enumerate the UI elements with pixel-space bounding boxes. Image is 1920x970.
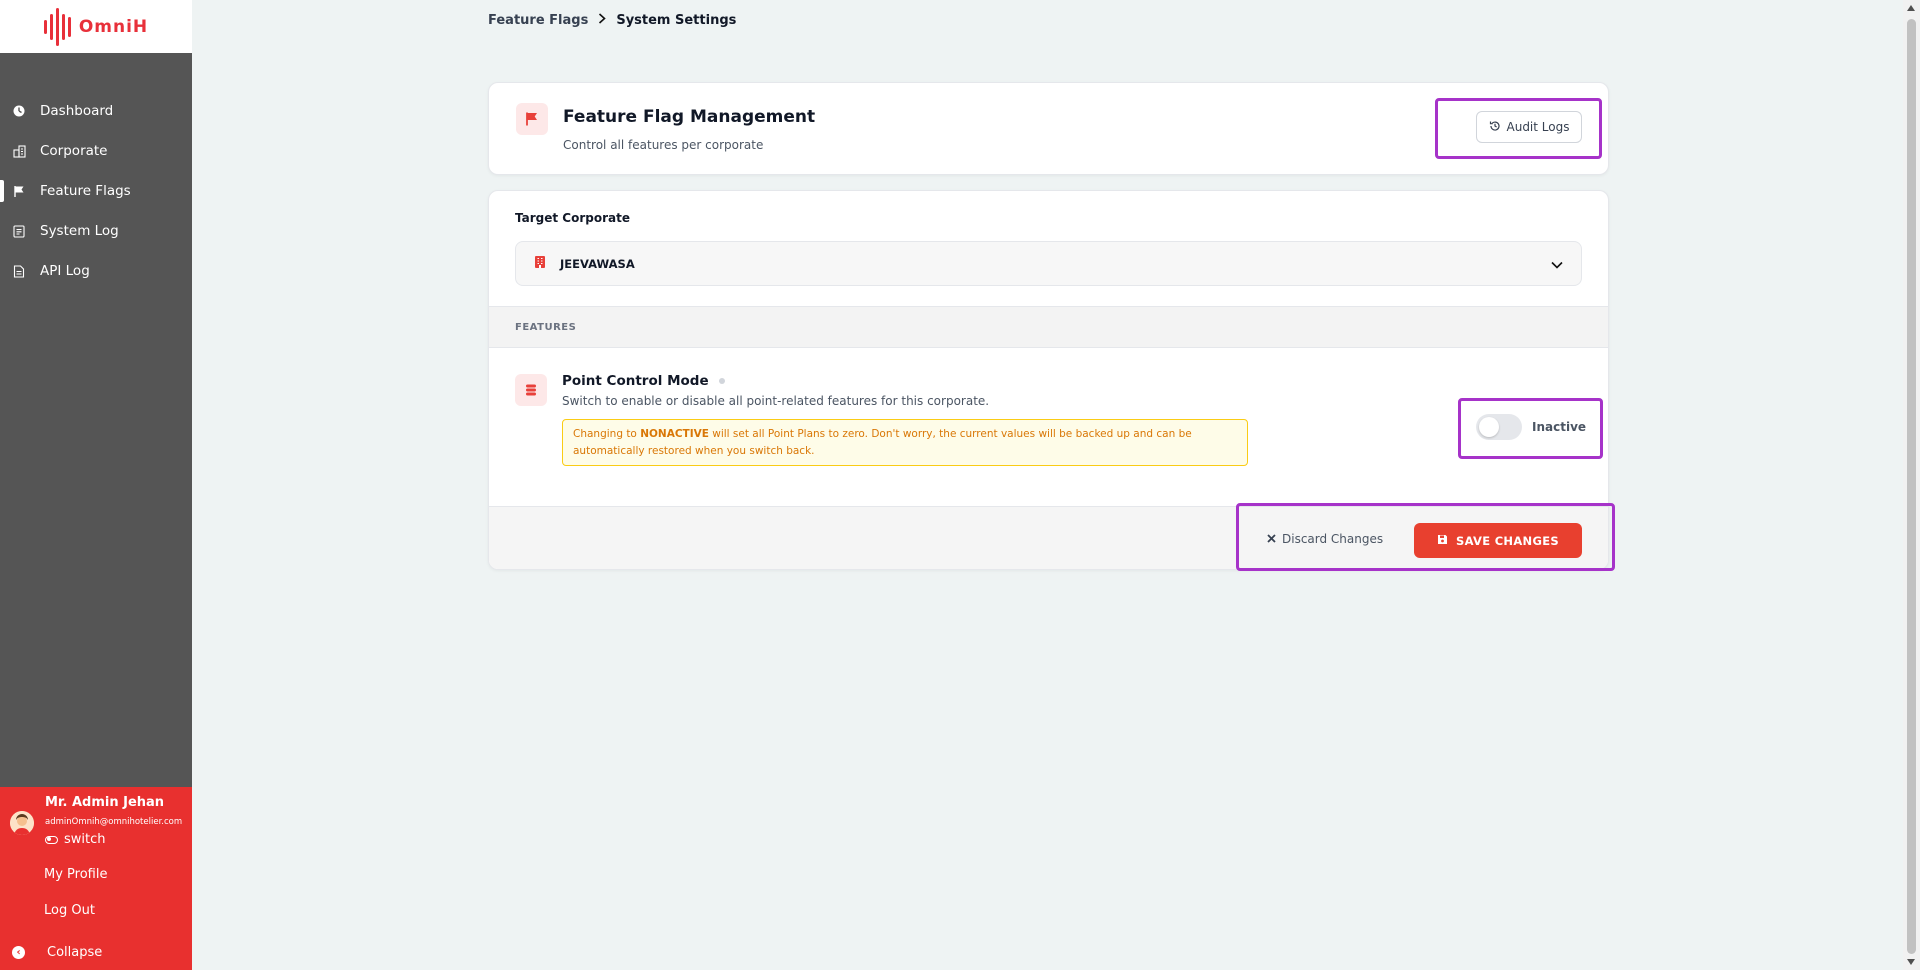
- chevron-right-icon: [598, 13, 607, 28]
- discard-changes-button[interactable]: Discard Changes: [1267, 523, 1383, 555]
- switch-label: switch: [64, 832, 106, 847]
- sidebar-item-api-log[interactable]: API Log: [0, 251, 192, 291]
- chevron-left-icon: ‹: [12, 946, 25, 959]
- audit-logs-button[interactable]: Audit Logs: [1476, 111, 1582, 143]
- document-icon: [12, 264, 26, 278]
- header-card: Feature Flag Management Control all feat…: [488, 82, 1609, 175]
- coins-icon: [515, 374, 547, 406]
- user-email: adminOmnih@omnihotelier.com: [45, 817, 183, 827]
- sidebar-item-dashboard[interactable]: Dashboard: [0, 91, 192, 131]
- selected-corporate: JEEVAWASA: [560, 256, 635, 271]
- feature-settings-card: Target Corporate JEEVAWASA FEATURES Poin…: [488, 190, 1609, 570]
- breadcrumb: Feature Flags System Settings: [488, 13, 736, 28]
- page-scrollbar[interactable]: [1903, 0, 1920, 970]
- breadcrumb-current: System Settings: [616, 13, 737, 28]
- switch-role-button[interactable]: switch: [45, 832, 106, 847]
- document-icon: [12, 224, 26, 238]
- history-icon: [1489, 120, 1501, 135]
- status-dot: [718, 378, 725, 384]
- feature-title: Point Control Mode: [562, 373, 725, 389]
- page-title: Feature Flag Management: [563, 107, 816, 127]
- features-label: FEATURES: [515, 322, 577, 333]
- save-changes-button[interactable]: SAVE CHANGES: [1414, 523, 1582, 558]
- scrollbar-thumb[interactable]: [1907, 19, 1916, 954]
- save-label: SAVE CHANGES: [1456, 533, 1559, 548]
- logo-text: OmniH: [78, 16, 149, 37]
- logo-mark-icon: [43, 7, 71, 47]
- scroll-down-icon[interactable]: [1907, 959, 1915, 965]
- close-icon: [1267, 532, 1276, 546]
- action-footer: Discard Changes SAVE CHANGES: [489, 506, 1608, 569]
- sidebar-item-label: API Log: [40, 263, 90, 279]
- toggle-status-label: Inactive: [1532, 420, 1587, 434]
- target-corporate-select[interactable]: JEEVAWASA: [515, 241, 1582, 286]
- target-corporate-label: Target Corporate: [515, 211, 630, 225]
- sidebar-item-label: Feature Flags: [40, 183, 131, 199]
- dashboard-icon: [12, 104, 26, 118]
- building-icon: [534, 254, 546, 273]
- flag-icon: [516, 103, 548, 135]
- my-profile-link[interactable]: My Profile: [44, 867, 107, 882]
- chevron-down-icon: [1551, 254, 1563, 273]
- point-control-toggle[interactable]: [1476, 414, 1522, 440]
- sidebar-item-label: System Log: [40, 223, 119, 239]
- logout-link[interactable]: Log Out: [44, 903, 95, 918]
- user-name: Mr. Admin Jehan: [45, 795, 165, 810]
- sidebar-item-corporate[interactable]: Corporate: [0, 131, 192, 171]
- scroll-up-icon[interactable]: [1907, 5, 1915, 11]
- feature-title-text: Point Control Mode: [562, 373, 709, 389]
- collapse-button[interactable]: ‹ Collapse: [12, 945, 102, 960]
- warning-prefix: Changing to: [573, 428, 641, 440]
- warning-message: Changing to NONACTIVE will set all Point…: [562, 419, 1248, 466]
- flag-icon: [12, 184, 26, 198]
- avatar[interactable]: [10, 811, 34, 835]
- breadcrumb-parent[interactable]: Feature Flags: [488, 13, 588, 28]
- sidebar-item-system-log[interactable]: System Log: [0, 211, 192, 251]
- logo[interactable]: OmniH: [0, 0, 192, 53]
- user-panel: Mr. Admin Jehan adminOmnih@omnihotelier.…: [0, 787, 192, 970]
- warning-keyword: NONACTIVE: [640, 428, 709, 440]
- toggle-icon: [45, 835, 58, 844]
- sidebar-nav: Dashboard Corporate Feature Flags System…: [0, 91, 192, 291]
- save-icon: [1437, 534, 1448, 548]
- building-icon: [12, 144, 26, 158]
- sidebar-item-feature-flags[interactable]: Feature Flags: [0, 171, 192, 211]
- audit-logs-label: Audit Logs: [1506, 120, 1570, 134]
- sidebar: OmniH Dashboard Corporate Feature Flags …: [0, 0, 192, 970]
- page-subtitle: Control all features per corporate: [563, 138, 764, 152]
- sidebar-item-label: Corporate: [40, 143, 108, 159]
- sidebar-item-label: Dashboard: [40, 103, 114, 119]
- feature-description: Switch to enable or disable all point-re…: [562, 394, 990, 408]
- features-section-header: FEATURES: [489, 306, 1608, 348]
- discard-label: Discard Changes: [1282, 532, 1384, 546]
- collapse-label: Collapse: [47, 945, 103, 960]
